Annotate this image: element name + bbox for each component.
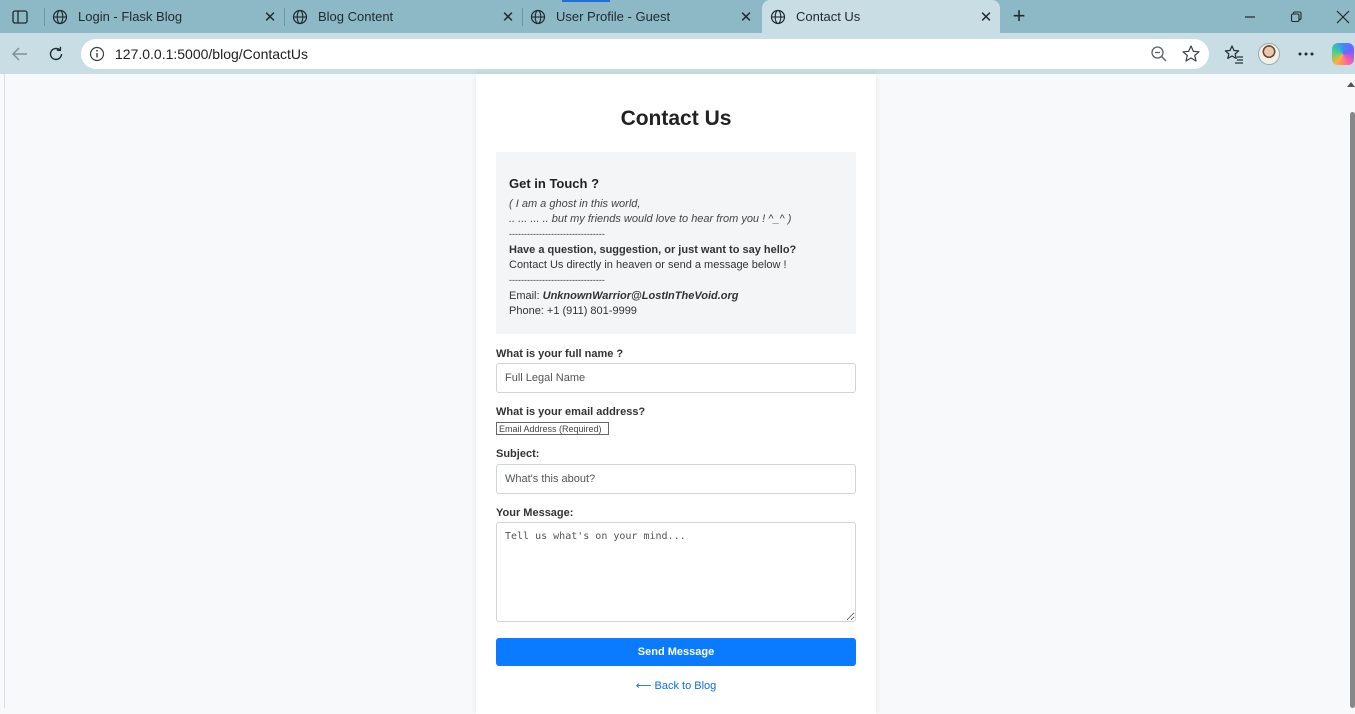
subject-input[interactable] [496,464,856,494]
info-divider: -------------------------------- [509,275,605,285]
sidebar-toggle-icon[interactable] [8,6,32,28]
info-contact-line: Contact Us directly in heaven or send a … [509,259,787,271]
tab-blog-content[interactable]: Blog Content ✕ [284,0,522,33]
email-label: What is your email address? [496,406,646,418]
close-window-icon[interactable] [1331,6,1355,28]
site-info-icon[interactable] [89,46,105,62]
tab-user-profile[interactable]: User Profile - Guest ✕ [522,0,760,33]
favorites-icon[interactable] [1222,42,1246,66]
email-input[interactable] [496,422,609,435]
tab-title: User Profile - Guest [556,9,671,24]
new-tab-button[interactable]: + [1008,5,1030,27]
globe-icon [52,9,68,24]
tab-loading-indicator [562,0,610,2]
message-label: Your Message: [496,507,574,519]
tab-title: Login - Flask Blog [78,9,183,24]
info-line-1: ( I am a ghost in this world, [509,198,641,210]
url-text[interactable]: 127.0.0.1:5000/blog/ContactUs [115,46,308,62]
email-address: UnknownWarrior@LostInTheVoid.org [542,290,739,302]
full-name-input[interactable] [496,363,856,393]
more-options-icon[interactable] [1294,42,1318,66]
reload-icon[interactable] [44,42,68,66]
restore-icon[interactable] [1284,6,1308,28]
profile-avatar[interactable] [1258,43,1280,65]
name-label: What is your full name ? [496,348,624,360]
message-textarea[interactable] [496,522,856,622]
subject-label: Subject: [496,448,540,460]
back-to-blog-link[interactable]: ⟵ Back to Blog [476,679,876,692]
info-email-line: Email: UnknownWarrior@LostInTheVoid.org [509,290,739,302]
favorite-star-icon[interactable] [1181,44,1201,64]
zoom-out-icon[interactable] [1150,45,1168,63]
minimize-icon[interactable] [1238,6,1262,28]
page-scrollbar[interactable] [1347,74,1355,708]
tab-login[interactable]: Login - Flask Blog ✕ [44,0,284,33]
tab-close-icon[interactable]: ✕ [736,7,756,27]
back-arrow-icon[interactable] [8,42,32,66]
globe-icon [530,9,546,24]
tab-strip: Login - Flask Blog ✕ Blog Content ✕ User… [0,0,1355,33]
scroll-up-arrow-icon[interactable] [1347,82,1355,87]
address-bar[interactable]: 127.0.0.1:5000/blog/ContactUs [81,39,1209,69]
globe-icon [292,9,308,24]
tab-title: Blog Content [318,9,394,24]
globe-icon [770,9,786,24]
scrollbar-thumb[interactable] [1350,112,1355,708]
tab-close-icon[interactable]: ✕ [976,7,996,27]
info-question: Have a question, suggestion, or just wan… [509,244,797,256]
tab-contact-us[interactable]: Contact Us ✕ [762,0,1000,33]
send-message-button[interactable]: Send Message [496,638,856,666]
page-title: Contact Us [620,107,732,130]
tab-close-icon[interactable]: ✕ [260,7,280,27]
info-line-2: .. ... ... .. but my friends would love … [509,213,792,225]
info-divider: -------------------------------- [509,229,605,239]
copilot-icon[interactable] [1332,43,1354,65]
info-phone: Phone: +1 (911) 801-9999 [509,305,637,317]
email-label: Email: [509,290,543,302]
browser-toolbar: 127.0.0.1:5000/blog/ContactUs [0,33,1355,74]
info-heading: Get in Touch ? [509,176,600,191]
tab-title: Contact Us [796,9,861,24]
contact-card: Contact Us Get in Touch ? ( I am a ghost… [476,74,876,714]
contact-info-box: Get in Touch ? ( I am a ghost in this wo… [496,152,856,334]
tab-close-icon[interactable]: ✕ [498,7,518,27]
